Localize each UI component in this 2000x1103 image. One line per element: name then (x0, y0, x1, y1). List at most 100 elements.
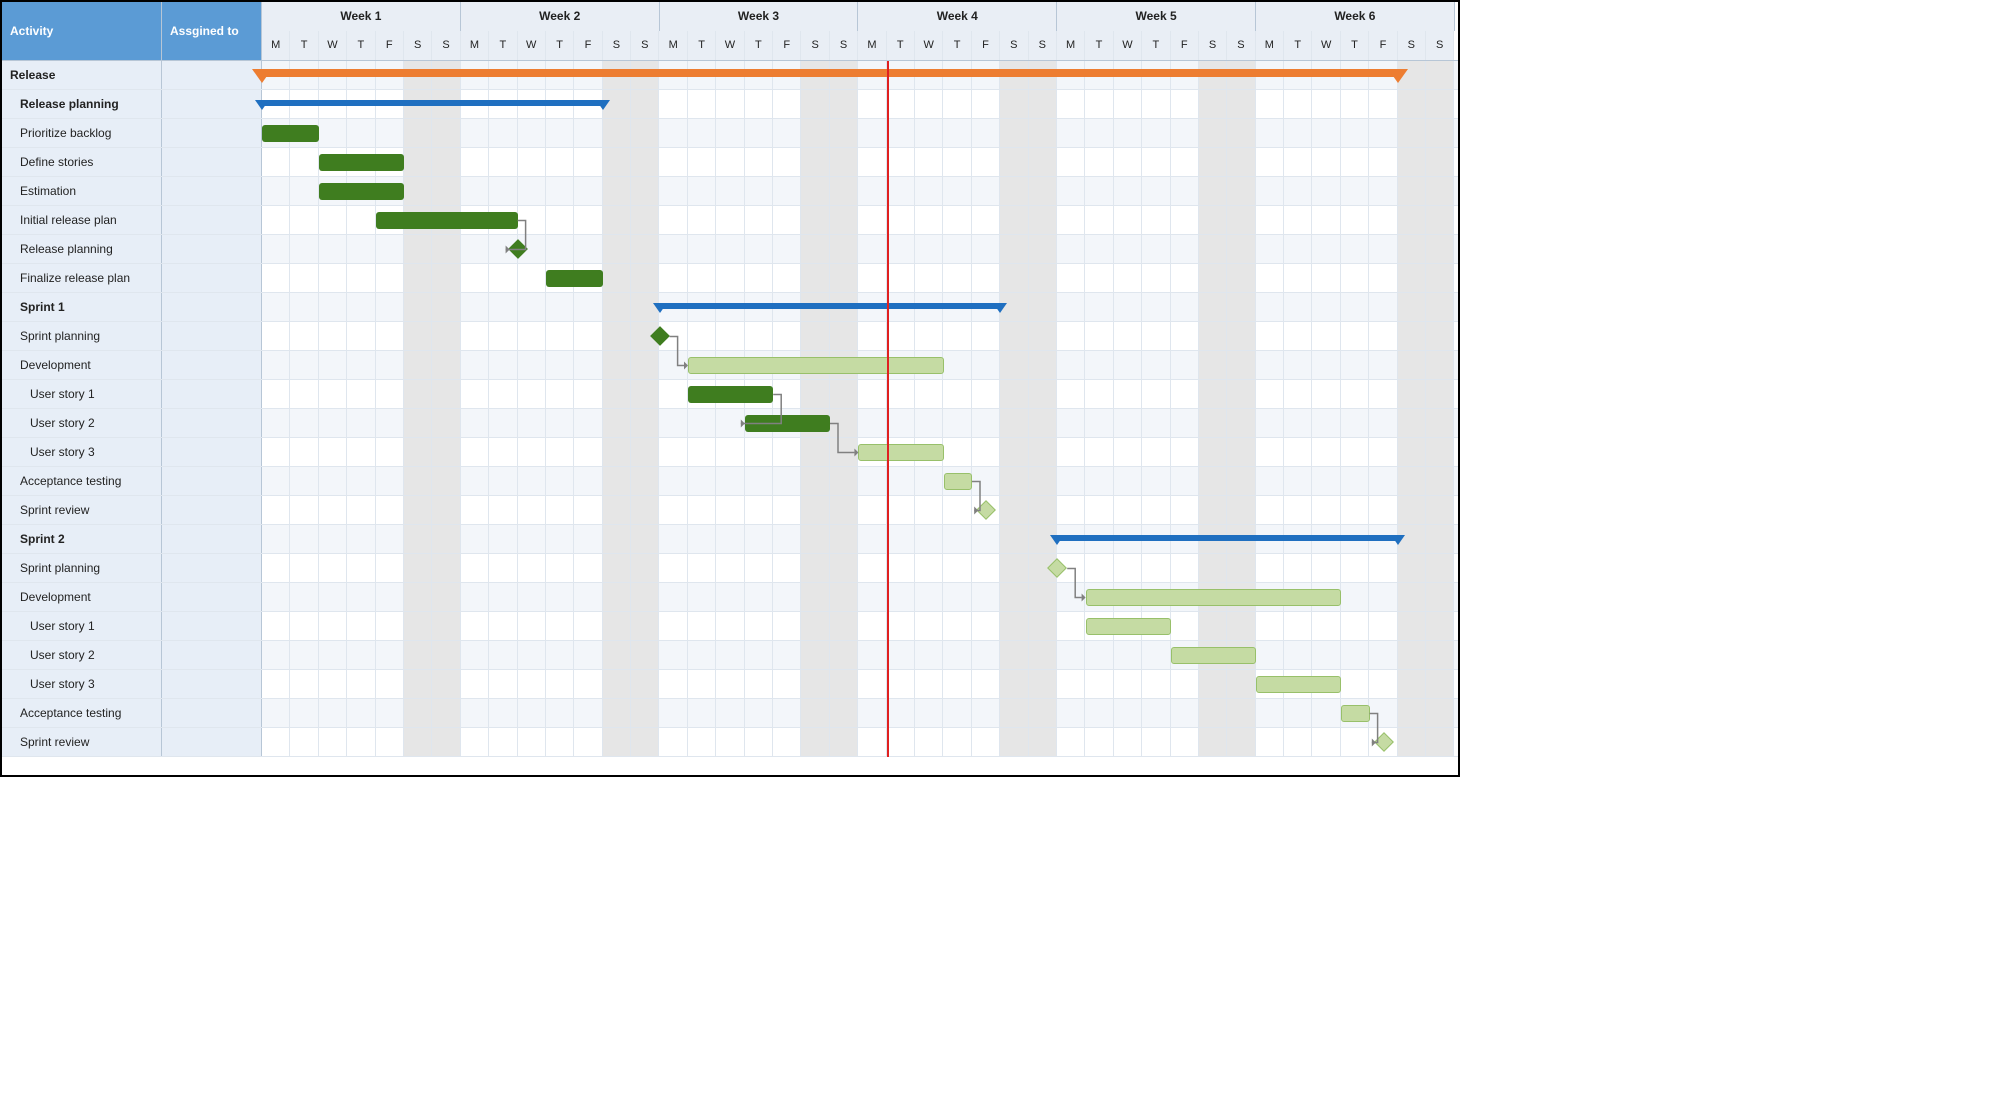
task-lane (262, 554, 1458, 582)
day-header: T (943, 31, 971, 60)
task-name: User story 3 (2, 438, 162, 466)
gantt-row: Sprint review (2, 728, 1458, 757)
task-lane (262, 583, 1458, 611)
day-header: S (432, 31, 460, 60)
day-header: M (1057, 31, 1085, 60)
task-name: Define stories (2, 148, 162, 176)
day-header: T (347, 31, 375, 60)
gantt-row: Release planning (2, 90, 1458, 119)
day-header: S (404, 31, 432, 60)
assigned-cell (162, 641, 262, 669)
day-header: S (801, 31, 829, 60)
task-name: Acceptance testing (2, 699, 162, 727)
gantt-row: Sprint review (2, 496, 1458, 525)
task-bar[interactable] (688, 386, 773, 403)
gantt-row: Release (2, 61, 1458, 90)
milestone-diamond[interactable] (650, 326, 670, 346)
task-lane (262, 467, 1458, 495)
day-header: T (688, 31, 716, 60)
gantt-row: User story 3 (2, 670, 1458, 699)
task-name: User story 2 (2, 409, 162, 437)
task-bar[interactable] (1256, 676, 1341, 693)
task-bar[interactable] (688, 357, 944, 374)
gantt-row: Release planning (2, 235, 1458, 264)
task-lane (262, 438, 1458, 466)
gantt-row: Acceptance testing (2, 467, 1458, 496)
day-header: T (1085, 31, 1113, 60)
task-bar[interactable] (546, 270, 603, 287)
timeline-header: Week 1Week 2Week 3Week 4Week 5Week 6 MTW… (262, 2, 1458, 60)
gantt-row: Prioritize backlog (2, 119, 1458, 148)
gantt-row: Estimation (2, 177, 1458, 206)
assigned-cell (162, 583, 262, 611)
day-header: F (773, 31, 801, 60)
day-header: S (830, 31, 858, 60)
group-bar[interactable] (262, 100, 603, 106)
task-name: Acceptance testing (2, 467, 162, 495)
day-header: W (319, 31, 347, 60)
day-header: M (461, 31, 489, 60)
day-header: T (1284, 31, 1312, 60)
assigned-cell (162, 496, 262, 524)
day-header: W (1312, 31, 1340, 60)
task-lane (262, 699, 1458, 727)
gantt-row: Development (2, 351, 1458, 380)
week-header: Week 2 (461, 2, 660, 31)
milestone-diamond[interactable] (1047, 558, 1067, 578)
task-bar[interactable] (262, 125, 319, 142)
assigned-cell (162, 235, 262, 263)
day-header: M (262, 31, 290, 60)
task-lane (262, 728, 1458, 756)
week-header: Week 4 (858, 2, 1057, 31)
release-bar[interactable] (262, 69, 1398, 77)
day-header: F (1369, 31, 1397, 60)
group-bar[interactable] (660, 303, 1001, 309)
task-bar[interactable] (1171, 647, 1256, 664)
milestone-diamond[interactable] (976, 500, 996, 520)
task-bar[interactable] (858, 444, 943, 461)
task-lane (262, 322, 1458, 350)
day-header: F (972, 31, 1000, 60)
task-name: Finalize release plan (2, 264, 162, 292)
task-name: Development (2, 583, 162, 611)
task-bar[interactable] (745, 415, 830, 432)
task-bar[interactable] (319, 183, 404, 200)
day-header: S (1227, 31, 1255, 60)
gantt-row: User story 2 (2, 409, 1458, 438)
week-header: Week 1 (262, 2, 461, 31)
task-bar[interactable] (1086, 618, 1171, 635)
assigned-cell (162, 119, 262, 147)
day-header: M (659, 31, 687, 60)
assigned-cell (162, 554, 262, 582)
day-header: F (1171, 31, 1199, 60)
day-header: F (574, 31, 602, 60)
day-header: S (1029, 31, 1057, 60)
gantt-row: Finalize release plan (2, 264, 1458, 293)
gantt-body: ReleaseRelease planningPrioritize backlo… (2, 61, 1458, 757)
group-bar[interactable] (1057, 535, 1398, 541)
assigned-cell (162, 90, 262, 118)
day-header: W (1114, 31, 1142, 60)
day-header: M (1256, 31, 1284, 60)
milestone-diamond[interactable] (508, 239, 528, 259)
task-name: User story 3 (2, 670, 162, 698)
week-header: Week 5 (1057, 2, 1256, 31)
task-lane (262, 206, 1458, 234)
day-header: M (858, 31, 886, 60)
assigned-cell (162, 409, 262, 437)
day-header: S (631, 31, 659, 60)
day-header: T (546, 31, 574, 60)
task-bar[interactable] (1341, 705, 1369, 722)
assigned-cell (162, 525, 262, 553)
task-lane (262, 380, 1458, 408)
task-lane (262, 90, 1458, 118)
day-header: T (1341, 31, 1369, 60)
gantt-row: Sprint planning (2, 322, 1458, 351)
task-bar[interactable] (319, 154, 404, 171)
task-bar[interactable] (944, 473, 972, 490)
assigned-cell (162, 467, 262, 495)
task-name: User story 1 (2, 612, 162, 640)
task-bar[interactable] (1086, 589, 1342, 606)
task-bar[interactable] (376, 212, 518, 229)
milestone-diamond[interactable] (1374, 732, 1394, 752)
